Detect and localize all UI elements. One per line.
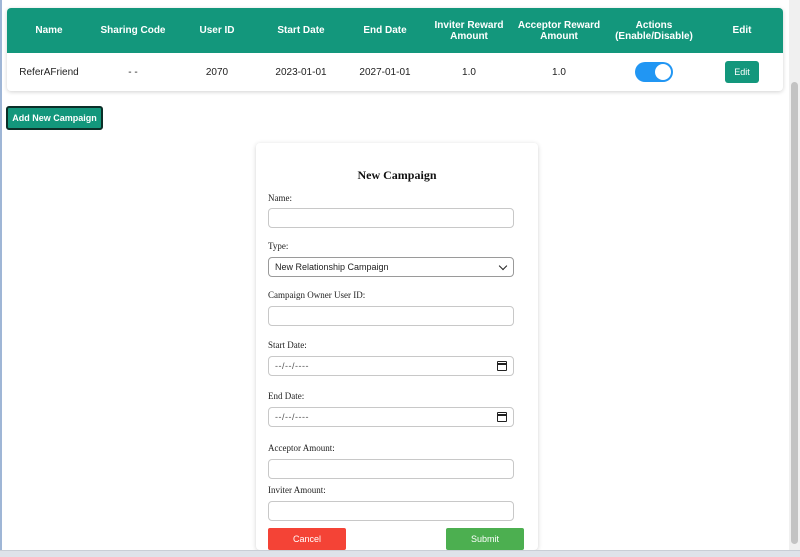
window-bottom-strip — [0, 550, 800, 557]
type-select[interactable]: New Relationship Campaign — [268, 257, 514, 277]
cell-inviter-reward: 1.0 — [462, 66, 476, 78]
cell-name: ReferAFriend — [19, 66, 79, 78]
type-select-value: New Relationship Campaign — [275, 262, 389, 272]
name-input[interactable] — [268, 208, 514, 228]
table-header-row: Name Sharing Code User ID Start Date End… — [7, 8, 783, 53]
edit-button[interactable]: Edit — [725, 61, 759, 83]
cell-actions — [607, 53, 701, 91]
acceptor-amount-input[interactable] — [268, 459, 514, 479]
table-row: ReferAFriend - - 2070 2023-01-01 2027-01… — [7, 53, 783, 91]
type-label: Type: — [268, 241, 289, 251]
owner-user-id-label: Campaign Owner User ID: — [268, 290, 366, 300]
start-date-label: Start Date: — [268, 340, 307, 350]
submit-button[interactable]: Submit — [446, 528, 524, 550]
start-date-placeholder: --/--/---- — [275, 361, 309, 371]
header-end-date: End Date — [363, 25, 407, 36]
name-label: Name: — [268, 193, 292, 203]
header-edit: Edit — [732, 25, 752, 36]
form-title: New Campaign — [357, 168, 437, 182]
toggle-knob — [655, 64, 671, 80]
cell-user-id: 2070 — [205, 66, 229, 78]
campaign-table: Name Sharing Code User ID Start Date End… — [7, 8, 783, 91]
cell-edit: Edit — [701, 53, 783, 91]
new-campaign-form: New Campaign Name: Type: New Relationshi… — [256, 143, 538, 550]
cell-start-date: 2023-01-01 — [275, 66, 327, 78]
end-date-placeholder: --/--/---- — [275, 412, 309, 422]
header-sharing-code: Sharing Code — [100, 25, 166, 36]
start-date-input[interactable]: --/--/---- — [268, 356, 514, 376]
inviter-amount-input[interactable] — [268, 501, 514, 521]
end-date-label: End Date: — [268, 391, 305, 401]
cell-acceptor-reward: 1.0 — [552, 66, 566, 78]
chevron-down-icon — [498, 261, 508, 270]
cell-end-date: 2027-01-01 — [359, 66, 411, 78]
header-acceptor-reward: Acceptor Reward Amount — [517, 19, 601, 42]
inviter-amount-label: Inviter Amount: — [268, 485, 326, 495]
cell-sharing-code: - - — [128, 66, 138, 78]
header-start-date: Start Date — [277, 25, 325, 36]
enable-toggle[interactable] — [635, 62, 673, 82]
scrollbar-thumb[interactable] — [791, 82, 798, 544]
add-new-campaign-button[interactable]: Add New Campaign — [6, 106, 103, 130]
calendar-icon[interactable] — [497, 412, 507, 422]
window-left-border — [0, 0, 2, 557]
owner-user-id-input[interactable] — [268, 306, 514, 326]
calendar-icon[interactable] — [497, 361, 507, 371]
cancel-button[interactable]: Cancel — [268, 528, 346, 550]
header-name: Name — [35, 25, 63, 36]
acceptor-amount-label: Acceptor Amount: — [268, 443, 335, 453]
header-user-id: User ID — [199, 25, 235, 36]
header-actions: Actions (Enable/Disable) — [615, 19, 693, 42]
header-inviter-reward: Inviter Reward Amount — [434, 19, 504, 42]
end-date-input[interactable]: --/--/---- — [268, 407, 514, 427]
